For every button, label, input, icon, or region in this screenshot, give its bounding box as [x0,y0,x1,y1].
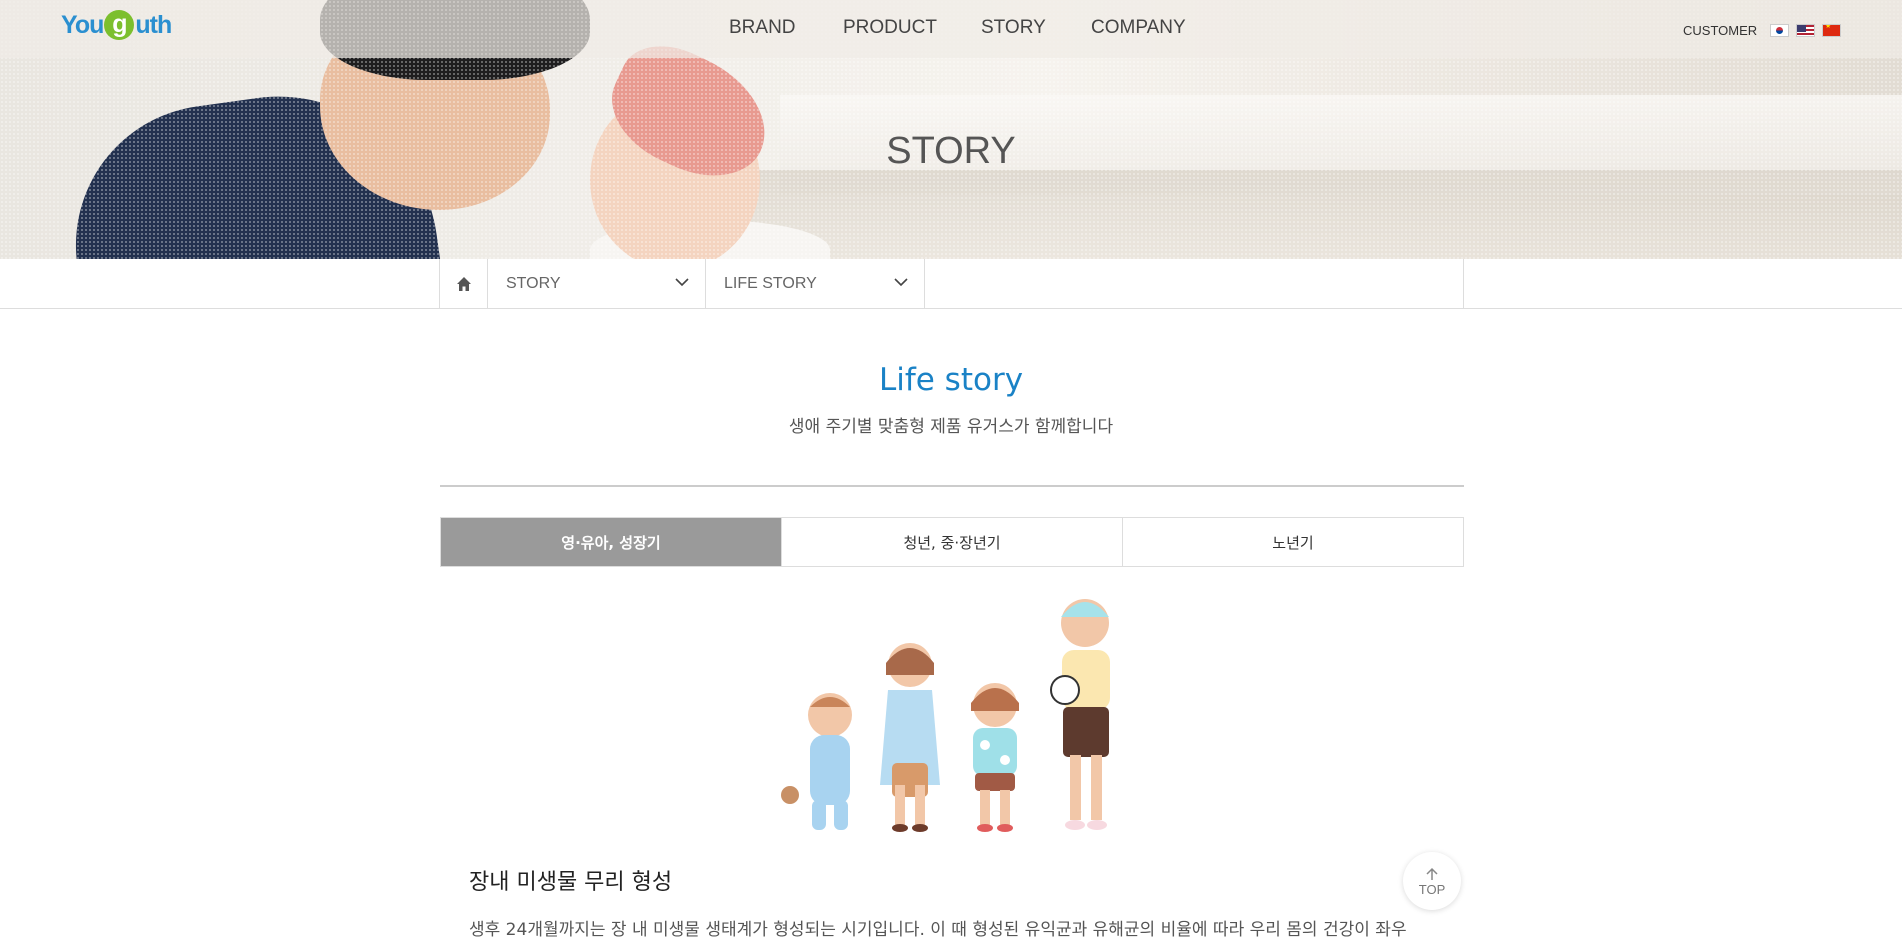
chevron-down-icon [894,278,908,287]
nav-product[interactable]: PRODUCT [843,17,937,39]
arrow-up-icon [1426,867,1438,880]
nav-company[interactable]: COMPANY [1091,17,1186,39]
breadcrumb: STORY LIFE STORY [0,259,1902,309]
home-icon [456,277,471,291]
tab-youth-middle-age[interactable]: 청년, 중·장년기 [782,518,1123,566]
us-flag-icon[interactable] [1796,24,1815,37]
scroll-top-label: TOP [1418,881,1446,897]
china-flag-icon[interactable] [1822,24,1841,37]
breadcrumb-label-life-story: LIFE STORY [724,275,817,292]
breadcrumb-dropdown-story[interactable]: STORY [488,259,706,309]
content-body: 생후 24개월까지는 장 내 미생물 생태계가 형성되는 시기입니다. 이 때 … [469,920,1407,940]
baby-figure [781,693,852,830]
girl-with-bag-figure [880,643,940,832]
tab-senior[interactable]: 노년기 [1123,518,1463,566]
scroll-top-button[interactable]: TOP [1403,852,1461,910]
breadcrumb-dropdown-life-story[interactable]: LIFE STORY [706,259,925,309]
breadcrumb-box: STORY LIFE STORY [439,259,1464,309]
main-menu: BRAND PRODUCT STORY COMPANY [0,17,1902,41]
content-title: 장내 미생물 무리 형성 [469,870,673,895]
customer-link[interactable]: CUSTOMER [1683,23,1757,38]
top-navigation: You g uth BRAND PRODUCT STORY COMPANY CUST… [0,0,1902,58]
home-button[interactable] [440,259,488,309]
section-subtitle: 생애 주기별 맞춤형 제품 유거스가 함께합니다 [788,417,1114,437]
life-stage-tabs: 영·유아, 성장기 청년, 중·장년기 노년기 [440,517,1464,567]
small-girl-figure [971,683,1019,832]
nav-brand[interactable]: BRAND [729,17,796,39]
korean-flag-icon[interactable] [1770,24,1789,37]
chevron-down-icon [675,278,689,287]
children-illustration [781,599,1110,832]
section-divider [440,485,1464,487]
tab-infant-growth[interactable]: 영·유아, 성장기 [441,518,782,566]
nav-story[interactable]: STORY [981,17,1046,39]
section-title: Life story [878,362,1024,398]
boy-with-ball-figure [1050,599,1110,830]
hero-banner: You g uth BRAND PRODUCT STORY COMPANY CUST… [0,0,1902,259]
breadcrumb-label-story: STORY [506,275,561,292]
page-title: STORY [886,130,1016,172]
